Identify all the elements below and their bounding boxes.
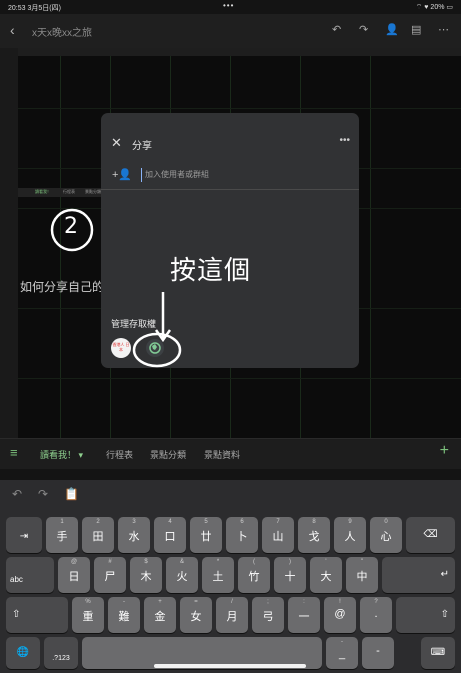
key[interactable]: # 尸	[94, 557, 126, 593]
share-dialog-title: 分享	[132, 141, 152, 152]
key[interactable]: " 中	[346, 557, 378, 593]
key[interactable]: (竹	[238, 557, 270, 593]
keyboard-shortcut-bar: ↶ ↷ 📋	[0, 480, 461, 510]
more-icon[interactable]: •••	[339, 135, 350, 146]
key[interactable]: 7山	[262, 517, 294, 553]
more-icon[interactable]: ⋯	[438, 23, 449, 36]
battery-indicator: ⌔ ♥ 20% ▭	[415, 4, 453, 11]
sheet-tab[interactable]: 讀看我！ ▾	[40, 448, 83, 461]
undo-icon[interactable]: ↶	[12, 487, 22, 501]
paste-icon[interactable]: 📋	[64, 487, 79, 501]
key[interactable]: $ 木	[130, 557, 162, 593]
abc-key[interactable]: abc	[6, 557, 54, 593]
mini-tab: 讀看我！	[35, 189, 51, 194]
key[interactable]: 5廿	[190, 517, 222, 553]
column-header	[18, 48, 461, 56]
redo-icon[interactable]: ↷	[359, 23, 368, 36]
redo-icon[interactable]: ↷	[38, 487, 48, 501]
sheet-tab[interactable]: 景點資料	[204, 448, 240, 461]
share-dialog: ✕ 分享 ••• +👤 加入使用者或群組 管理存取權 香港人 日本	[101, 113, 359, 368]
close-icon[interactable]: ✕	[111, 135, 122, 151]
circled-number: 2	[64, 214, 78, 239]
comment-icon[interactable]: ▤	[411, 23, 421, 36]
backspace-key[interactable]: ⌫	[406, 517, 455, 553]
shift-key[interactable]: ⇧	[6, 597, 68, 633]
key[interactable]: -	[362, 637, 394, 669]
key[interactable]: ! @	[324, 597, 356, 633]
key[interactable]: 8戈	[298, 517, 330, 553]
globe-icon[interactable]	[138, 336, 184, 360]
undo-icon[interactable]: ↶	[332, 23, 341, 36]
shift-key[interactable]: ⇧	[396, 597, 455, 633]
key[interactable]: * 土	[202, 557, 234, 593]
add-person-icon: +👤	[112, 169, 133, 181]
globe-key[interactable]: 🌐	[6, 637, 40, 669]
tab-key[interactable]: ⇥	[6, 517, 42, 553]
multitask-dots[interactable]: •••	[223, 1, 234, 10]
key[interactable]: 9人	[334, 517, 366, 553]
manage-access-label: 管理存取權	[111, 319, 157, 329]
row-header	[0, 48, 18, 438]
owner-avatar[interactable]: 香港人 日本	[111, 338, 131, 358]
key[interactable]: = 女	[180, 597, 212, 633]
key[interactable]: 2田	[82, 517, 114, 553]
onscreen-keyboard: ⇥ 1手 2田 3水 4口 5廿 6卜 7山 8戈 9人 0心 ⌫ abc @ 日…	[0, 510, 461, 673]
doc-title: x天x晚xx之旅	[32, 28, 92, 39]
key[interactable]: ) 十	[274, 557, 306, 593]
grid-line	[18, 378, 461, 379]
key[interactable]: :一	[288, 597, 320, 633]
add-person-icon[interactable]: 👤	[385, 23, 399, 36]
key[interactable]: + 金	[144, 597, 176, 633]
grid-line	[60, 56, 61, 438]
sheet-tab[interactable]: 行程表	[106, 448, 133, 461]
key[interactable]: 6卜	[226, 517, 258, 553]
key[interactable]: - _	[326, 637, 358, 669]
key[interactable]: @ 日	[58, 557, 90, 593]
add-sheet-icon[interactable]: +	[440, 442, 449, 460]
sheet-tabs-bar: ≡ 讀看我！ ▾ 行程表 景點分類 景點資料 +	[0, 438, 461, 469]
mini-tab: 行程表	[63, 189, 75, 194]
key[interactable]: & 火	[166, 557, 198, 593]
key[interactable]: 1手	[46, 517, 78, 553]
grid-line	[18, 108, 461, 109]
add-people-input[interactable]: 加入使用者或群組	[141, 168, 355, 182]
key[interactable]: / 月	[216, 597, 248, 633]
status-time: 20:53 3月5日(四)	[8, 5, 61, 12]
hide-keyboard-key[interactable]: ⌨	[421, 637, 455, 669]
key[interactable]: ' 大	[310, 557, 342, 593]
home-indicator	[154, 664, 306, 668]
back-icon[interactable]: ‹	[10, 22, 15, 38]
key[interactable]: 4口	[154, 517, 186, 553]
grid-line	[370, 56, 371, 438]
divider	[101, 189, 359, 190]
key[interactable]: ; 弓	[252, 597, 284, 633]
numbers-key[interactable]: .?123	[44, 637, 78, 669]
doc-toolbar: ‹ x天x晚xx之旅 ↶ ↷ 👤 ▤ ⋯	[0, 14, 461, 48]
key[interactable]: % 重	[72, 597, 104, 633]
key[interactable]: -難	[108, 597, 140, 633]
return-key[interactable]: ↵	[382, 557, 455, 593]
key[interactable]: 0心	[370, 517, 402, 553]
handwritten-text: 按這個	[170, 256, 252, 286]
key[interactable]: 3水	[118, 517, 150, 553]
sheet-tab[interactable]: 景點分類	[150, 448, 186, 461]
key[interactable]: ?.	[360, 597, 392, 633]
howto-cell-text: 如何分享自己的	[20, 280, 105, 294]
menu-icon[interactable]: ≡	[10, 445, 18, 460]
status-bar: 20:53 3月5日(四) ••• ⌔ ♥ 20% ▭	[0, 0, 461, 14]
